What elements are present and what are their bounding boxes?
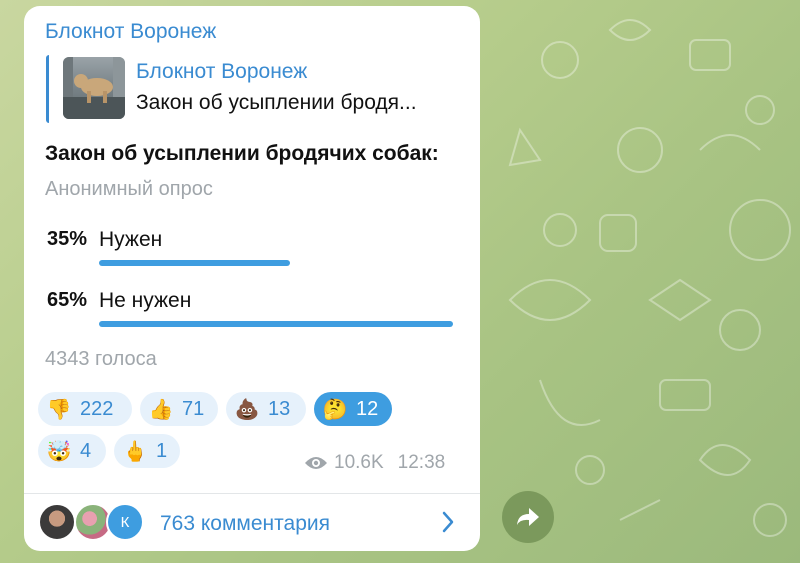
thumbs-down-icon: 👎 [46,398,72,421]
forward-icon [517,508,539,526]
channel-name[interactable]: Блокнот Воронеж [45,20,216,44]
avatar: К [106,503,144,541]
poll-option[interactable]: 65% Не нужен [47,289,457,349]
exploding-head-icon: 🤯 [46,440,72,463]
reply-thumbnail [63,57,125,119]
poll-option-label: Не нужен [99,289,192,312]
reaction-count: 4 [80,439,92,462]
reaction-middle-finger[interactable]: 🖕 1 [114,434,180,468]
poll-option-label: Нужен [99,228,163,251]
reply-text: Закон об усыплении бродя... [136,91,417,114]
reply-title: Блокнот Воронеж [136,60,308,83]
message-meta: 10.6K 12:38 [304,452,445,474]
poll-option-percent: 65% [47,289,88,311]
reaction-count: 222 [80,397,114,420]
divider [24,493,480,494]
poll-question: Закон об усыплении бродячих собак: [45,142,439,165]
middle-finger-icon: 🖕 [122,440,148,463]
reaction-exploding-head[interactable]: 🤯 4 [38,434,106,468]
view-count: 10.6K [334,452,384,473]
reaction-count: 13 [268,397,291,420]
reaction-count: 12 [356,397,379,420]
reaction-count: 1 [156,439,168,462]
poll-option-bar [99,321,453,327]
poll-option[interactable]: 35% Нужен [47,228,457,288]
poll-votes-count: 4343 голоса [45,348,157,370]
message-bubble: Блокнот Воронеж Блокнот Воронеж Закон об… [24,6,480,551]
eye-icon [305,457,327,469]
comments-button[interactable]: К 763 комментария [24,495,480,551]
poll-option-percent: 35% [47,228,88,250]
reaction-thumbs-down[interactable]: 👎 222 [38,392,132,426]
poop-icon: 💩 [234,398,260,421]
reaction-thumbs-up[interactable]: 👍 71 [140,392,218,426]
message-time: 12:38 [397,452,446,473]
thinking-face-icon: 🤔 [322,398,348,421]
reply-preview[interactable]: Блокнот Воронеж Закон об усыплении бродя… [46,55,461,123]
avatar [38,503,76,541]
forward-button[interactable] [502,491,554,543]
comments-count: 763 комментария [160,512,330,535]
poll-option-bar [99,260,290,266]
chevron-right-icon [442,511,454,533]
reaction-count: 71 [182,397,205,420]
poll-type: Анонимный опрос [45,178,213,200]
reaction-thinking[interactable]: 🤔 12 [314,392,392,426]
thumbs-up-icon: 👍 [148,398,174,421]
reaction-poop[interactable]: 💩 13 [226,392,306,426]
